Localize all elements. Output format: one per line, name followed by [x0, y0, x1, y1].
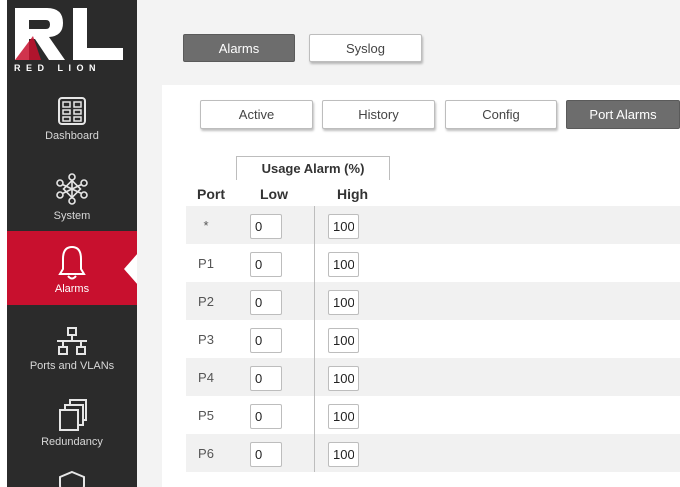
- sidebar: RED LION Dashboard System Alarms Ports a…: [7, 0, 138, 487]
- column-divider: [314, 282, 315, 320]
- table-row: P6: [186, 434, 680, 472]
- high-threshold-input[interactable]: [328, 214, 359, 239]
- tab-config[interactable]: Config: [445, 100, 557, 129]
- sidebar-item-redundancy[interactable]: Redundancy: [7, 398, 137, 472]
- high-threshold-input[interactable]: [328, 328, 359, 353]
- redundancy-icon: [59, 399, 87, 431]
- low-threshold-input[interactable]: [250, 404, 282, 429]
- table-row: P4: [186, 358, 680, 396]
- port-cell: P4: [198, 369, 214, 385]
- table-row: P1: [186, 244, 680, 282]
- sidebar-item-label: Redundancy: [41, 436, 103, 448]
- table-row: P5: [186, 396, 680, 434]
- tab-history[interactable]: History: [322, 100, 435, 129]
- dashboard-icon: [58, 97, 86, 125]
- column-divider: [314, 206, 315, 244]
- rl-logo-mark-icon: [15, 8, 123, 60]
- network-icon: [57, 327, 87, 355]
- sidebar-item-ports-and-vlans[interactable]: Ports and VLANs: [7, 326, 137, 400]
- column-header-high: High: [337, 186, 369, 202]
- usage-alarm-group-header: Usage Alarm (%): [236, 156, 390, 180]
- table-row: *: [186, 206, 680, 244]
- high-threshold-input[interactable]: [328, 404, 359, 429]
- port-cell: P5: [198, 407, 214, 423]
- logo-text: RED LION: [14, 63, 102, 73]
- low-threshold-input[interactable]: [250, 442, 282, 467]
- system-icon: [56, 173, 88, 205]
- table-row: P3: [186, 320, 680, 358]
- port-cell: P1: [198, 255, 214, 271]
- shield-icon: [59, 470, 85, 487]
- column-header-low: Low: [260, 186, 288, 202]
- bell-icon: [58, 245, 86, 280]
- high-threshold-input[interactable]: [328, 252, 359, 277]
- column-divider: [314, 434, 315, 472]
- tab-alarms[interactable]: Alarms: [183, 34, 295, 62]
- port-cell: P2: [198, 293, 214, 309]
- sidebar-item-alarms[interactable]: Alarms: [7, 231, 138, 305]
- port-alarms-panel: Active History Config Port Alarms Usage …: [162, 92, 680, 487]
- sidebar-item-dashboard[interactable]: Dashboard: [7, 96, 137, 170]
- column-header-port: Port: [197, 186, 225, 202]
- high-threshold-input[interactable]: [328, 366, 359, 391]
- tab-port-alarms[interactable]: Port Alarms: [566, 100, 680, 129]
- column-divider: [314, 244, 315, 282]
- low-threshold-input[interactable]: [250, 214, 282, 239]
- sidebar-item-label: Alarms: [54, 283, 90, 295]
- low-threshold-input[interactable]: [250, 366, 282, 391]
- sidebar-item-security[interactable]: [7, 470, 137, 487]
- column-divider: [314, 320, 315, 358]
- sidebar-item-label: System: [53, 210, 91, 222]
- content-margin: [137, 85, 162, 487]
- sidebar-item-label: Ports and VLANs: [29, 360, 115, 372]
- low-threshold-input[interactable]: [250, 328, 282, 353]
- port-cell: P6: [198, 445, 214, 461]
- port-cell: P3: [198, 331, 214, 347]
- tab-active[interactable]: Active: [200, 100, 313, 129]
- low-threshold-input[interactable]: [250, 252, 282, 277]
- low-threshold-input[interactable]: [250, 290, 282, 315]
- column-divider: [314, 358, 315, 396]
- high-threshold-input[interactable]: [328, 290, 359, 315]
- sidebar-item-label: Dashboard: [45, 130, 99, 142]
- tab-syslog[interactable]: Syslog: [309, 34, 422, 62]
- high-threshold-input[interactable]: [328, 442, 359, 467]
- column-divider: [314, 396, 315, 434]
- top-bar: Alarms Syslog: [137, 0, 680, 85]
- red-lion-logo: RED LION: [7, 0, 137, 82]
- table-row: P2: [186, 282, 680, 320]
- port-cell: *: [203, 217, 209, 233]
